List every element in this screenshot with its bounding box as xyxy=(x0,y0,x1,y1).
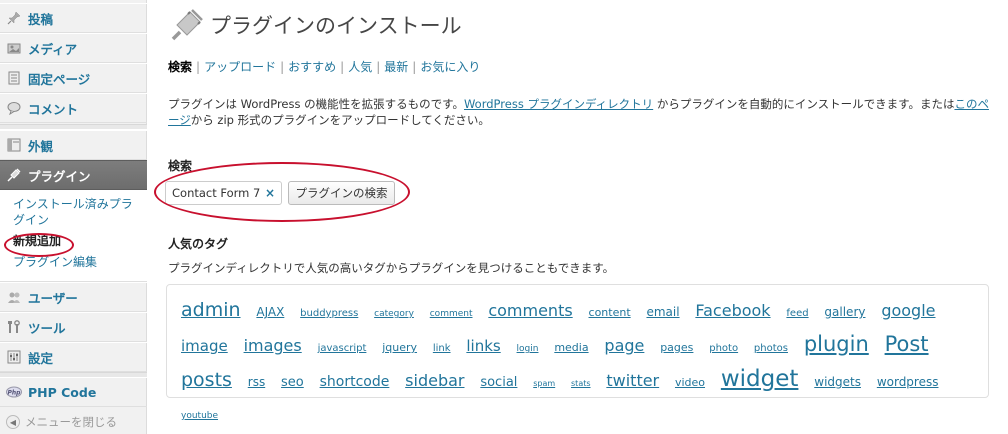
tag-link[interactable]: comment xyxy=(430,309,473,319)
tag-link[interactable]: link xyxy=(433,343,451,354)
users-icon xyxy=(6,289,22,305)
tag-link[interactable]: seo xyxy=(281,375,304,390)
menu-item-php-code[interactable]: Php PHP Code xyxy=(0,377,147,407)
tag-link[interactable]: Facebook xyxy=(695,301,770,320)
pin-icon xyxy=(6,10,22,26)
menu-item-tools[interactable]: ツール xyxy=(0,312,147,342)
tag-link[interactable]: links xyxy=(466,337,500,355)
tag-link[interactable]: rss xyxy=(248,375,265,389)
collapse-label: メニューを閉じる xyxy=(25,415,117,429)
tag-link[interactable]: comments xyxy=(488,301,572,320)
tag-link[interactable]: javascript xyxy=(318,343,367,354)
media-icon xyxy=(6,40,22,56)
tools-icon xyxy=(6,319,22,335)
tag-link[interactable]: widgets xyxy=(814,375,861,389)
menu-item-label: 外観 xyxy=(28,138,54,154)
annotation-circle-search xyxy=(154,162,410,222)
tag-link[interactable]: video xyxy=(675,376,705,389)
plugin-tabs: 検索 | アップロード | おすすめ | 人気 | 最新 | お気に入り xyxy=(168,60,481,74)
tag-link[interactable]: photos xyxy=(754,343,788,354)
page-icon xyxy=(6,70,22,86)
admin-sidebar: 投稿 メディア 固定ページ コメント 外観 プラグイン インストール済みプラグイ… xyxy=(0,0,147,434)
php-icon: Php xyxy=(6,384,22,400)
submenu-installed-plugins[interactable]: インストール済みプラグイン xyxy=(13,196,141,228)
tag-link[interactable]: buddypress xyxy=(300,308,358,319)
tag-link[interactable]: wordpress xyxy=(877,375,939,389)
tag-link[interactable]: gallery xyxy=(824,305,865,319)
popular-tags-description: プラグインディレクトリで人気の高いタグからプラグインを見つけることもできます。 xyxy=(168,261,615,275)
plugin-icon xyxy=(170,8,204,42)
appearance-icon xyxy=(6,137,22,153)
tag-link[interactable]: content xyxy=(589,306,631,319)
tag-link[interactable]: widget xyxy=(721,366,799,392)
tag-link[interactable]: twitter xyxy=(606,371,659,390)
tag-link[interactable]: admin xyxy=(181,299,241,321)
tag-link[interactable]: sidebar xyxy=(405,371,464,390)
plugin-directory-link[interactable]: WordPress プラグインディレクトリ xyxy=(464,97,653,111)
menu-item-label: プラグイン xyxy=(28,168,91,184)
menu-item-plugins[interactable]: プラグイン xyxy=(0,160,147,190)
tag-link[interactable]: jquery xyxy=(382,341,417,354)
tag-cloud: admin AJAX buddypress category comment c… xyxy=(166,284,989,421)
comment-icon xyxy=(6,100,22,116)
settings-icon xyxy=(6,349,22,365)
tab-featured[interactable]: おすすめ xyxy=(288,60,336,74)
menu-item-appearance[interactable]: 外観 xyxy=(0,130,147,160)
svg-text:Php: Php xyxy=(8,390,22,397)
page-description: プラグインは WordPress の機能性を拡張するものです。WordPress… xyxy=(168,97,989,127)
tag-link[interactable]: Post xyxy=(885,332,929,356)
menu-item-label: メディア xyxy=(28,41,78,57)
tag-link[interactable]: login xyxy=(517,344,539,354)
popular-tags-heading: 人気のタグ xyxy=(168,237,229,251)
annotation-circle-add-new xyxy=(4,233,74,257)
tag-link[interactable]: plugin xyxy=(804,332,869,356)
menu-item-comments[interactable]: コメント xyxy=(0,93,147,123)
tag-link[interactable]: image xyxy=(181,337,228,355)
tag-link[interactable]: email xyxy=(646,305,679,319)
menu-item-label: 固定ページ xyxy=(28,71,91,87)
tag-link[interactable]: spam xyxy=(533,379,555,388)
main-content: プラグインのインストール 検索 | アップロード | おすすめ | 人気 | 最新 | お気に入り … xyxy=(148,0,1008,434)
tab-newest[interactable]: 最新 xyxy=(384,60,408,74)
tag-link[interactable]: page xyxy=(604,336,644,355)
tab-search[interactable]: 検索 xyxy=(168,60,192,74)
tag-link[interactable]: photo xyxy=(709,343,738,354)
tag-link[interactable]: stats xyxy=(571,379,591,388)
tag-link[interactable]: posts xyxy=(181,369,232,391)
collapse-arrow-icon: ◀ xyxy=(6,415,20,429)
tag-link[interactable]: media xyxy=(554,341,588,354)
menu-item-label: PHP Code xyxy=(28,384,97,400)
menu-item-users[interactable]: ユーザー xyxy=(0,282,147,312)
tag-link[interactable]: AJAX xyxy=(256,305,284,319)
page-title: プラグインのインストール xyxy=(210,14,462,38)
tag-link[interactable]: shortcode xyxy=(320,374,390,390)
tag-link[interactable]: images xyxy=(244,336,302,355)
menu-item-media[interactable]: メディア xyxy=(0,33,147,63)
tab-upload[interactable]: アップロード xyxy=(204,60,276,74)
plugin-icon xyxy=(6,167,22,183)
menu-item-label: 投稿 xyxy=(28,11,54,27)
tag-link[interactable]: google xyxy=(881,301,935,320)
tag-link[interactable]: social xyxy=(480,375,517,390)
menu-item-label: ユーザー xyxy=(28,290,78,306)
menu-item-label: ツール xyxy=(28,320,66,336)
page-header: プラグインのインストール xyxy=(170,8,462,42)
tab-popular[interactable]: 人気 xyxy=(348,60,372,74)
menu-item-pages[interactable]: 固定ページ xyxy=(0,63,147,93)
tag-link[interactable]: youtube xyxy=(181,411,218,421)
tag-link[interactable]: category xyxy=(374,309,414,319)
tag-link[interactable]: feed xyxy=(786,308,808,319)
menu-item-label: 設定 xyxy=(28,350,54,366)
collapse-menu-button[interactable]: ◀ メニューを閉じる xyxy=(6,414,117,430)
menu-item-settings[interactable]: 設定 xyxy=(0,342,147,372)
tag-link[interactable]: pages xyxy=(660,341,693,354)
tab-favorites[interactable]: お気に入り xyxy=(420,60,480,74)
menu-item-posts[interactable]: 投稿 xyxy=(0,3,147,33)
menu-item-label: コメント xyxy=(28,101,79,117)
